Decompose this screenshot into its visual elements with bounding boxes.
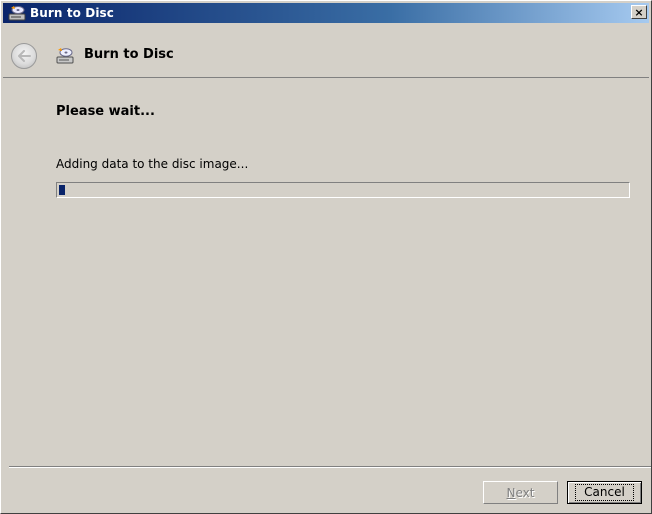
title-bar[interactable]: Burn to Disc × — [3, 3, 649, 23]
status-text: Adding data to the disc image... — [56, 157, 249, 171]
progress-fill — [59, 185, 65, 195]
footer-divider — [9, 466, 651, 468]
wizard-header: Burn to Disc — [3, 37, 649, 78]
close-button[interactable]: × — [631, 5, 647, 19]
page-heading: Please wait... — [56, 104, 155, 119]
next-button[interactable]: Next — [483, 481, 558, 504]
burn-disc-icon — [56, 48, 74, 64]
next-label: ext — [515, 485, 535, 500]
burn-to-disc-window: Burn to Disc × Burn to Disc Please wait.… — [0, 0, 652, 514]
cancel-button[interactable]: Cancel — [567, 481, 642, 504]
progress-bar — [56, 182, 630, 198]
cancel-label: Cancel — [575, 484, 634, 501]
wizard-title: Burn to Disc — [84, 47, 174, 62]
back-arrow-icon — [18, 50, 31, 62]
next-mnemonic: N — [506, 485, 516, 500]
burn-disc-icon — [8, 6, 26, 21]
window-title: Burn to Disc — [30, 6, 115, 20]
close-icon: × — [634, 5, 644, 19]
back-button[interactable] — [11, 43, 37, 69]
